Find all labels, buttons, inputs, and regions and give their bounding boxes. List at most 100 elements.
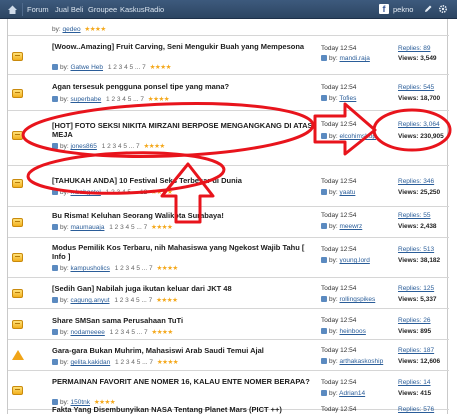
thread-author-link[interactable]: mbahgatel <box>70 189 100 196</box>
last-post-by: by: yaatu <box>321 189 355 196</box>
thread-title-link[interactable]: PERMAINAN FAVORIT ANE NOMER 16, KALAU EN… <box>52 377 314 386</box>
replies-count-link[interactable]: Replies: 55 <box>398 212 431 219</box>
thread-meta-icon <box>52 96 58 102</box>
thread-author-link[interactable]: Gatwe Heb <box>70 64 103 71</box>
nav-separator <box>22 3 23 16</box>
thread-row[interactable]: by: qedeo ★★★★ <box>8 19 449 36</box>
thread-pages[interactable]: 1 2 3 4 5 ... 7 <box>115 359 153 366</box>
thread-title-link[interactable]: [TAHUKAH ANDA] 10 Festival Seks Terbesar… <box>52 176 314 185</box>
replies-count-link[interactable]: Replies: 125 <box>398 285 434 292</box>
last-post-user-link[interactable]: elcohimshop <box>339 133 376 140</box>
thread-pages[interactable]: 1 2 3 4 5 ... 7 <box>114 297 152 304</box>
folder-icon <box>12 386 23 395</box>
replies-count-link[interactable]: Replies: 576 <box>398 406 434 413</box>
thread-row[interactable]: Fakta Yang Disembunyikan NASA Tentang Pl… <box>8 405 449 414</box>
thread-row[interactable]: Agan tersesuk pengguna ponsel tipe yang … <box>8 75 449 111</box>
thread-row[interactable]: [Sedih Gan] Nabilah juga ikutan keluar d… <box>8 278 449 309</box>
rating-stars: ★★★★ <box>156 265 178 272</box>
thread-title-link[interactable]: Bu Risma! Keluhan Seorang Walikota Surab… <box>52 211 314 220</box>
thread-title-link[interactable]: Share SMSan sama Perusahaan TuTi <box>52 316 314 325</box>
replies-count-link[interactable]: Replies: 3,064 <box>398 121 440 128</box>
pencil-icon[interactable] <box>423 4 433 14</box>
nav-forum-link[interactable]: Forum <box>27 5 49 14</box>
rating-stars: ★★★★ <box>149 64 172 71</box>
thread-author-link[interactable]: jones865 <box>70 143 96 150</box>
thread-title-link[interactable]: [Woow..Amazing] Fruit Carving, Seni Meng… <box>52 42 314 51</box>
nav-kaskusradio-link[interactable]: KaskusRadio <box>120 5 164 14</box>
last-post-by: by: arthakaskoship <box>321 358 383 365</box>
thread-pages[interactable]: 1 2 3 4 5 ... 7 <box>102 143 140 150</box>
thread-title-link[interactable]: [Sedih Gan] Nabilah juga ikutan keluar d… <box>52 284 314 293</box>
thread-meta-icon <box>52 297 58 303</box>
last-post-user-link[interactable]: rollingspikes <box>339 296 375 303</box>
thread-pages[interactable]: 1 2 3 4 5 ... 7 <box>110 329 148 336</box>
last-post-by: by: heinboos <box>321 328 366 335</box>
thread-meta: by: superbabe 1 2 3 4 5 ... 7 ★★★★ <box>52 95 170 103</box>
last-post-user-link[interactable]: Adrian14 <box>339 390 365 397</box>
last-post-user-link[interactable]: mandi.raja <box>339 55 369 62</box>
thread-author-link[interactable]: kampusholics <box>70 265 109 272</box>
folder-icon <box>12 131 23 140</box>
last-post-icon <box>321 55 327 61</box>
rating-stars: ★★★★ <box>156 359 179 366</box>
thread-pages[interactable]: 1 2 3 4 5 ... 7 <box>108 64 146 71</box>
thread-row[interactable]: [Woow..Amazing] Fruit Carving, Seni Meng… <box>8 36 449 75</box>
folder-icon <box>12 179 23 188</box>
thread-pages[interactable]: 1 2 3 4 5 ... 7 <box>106 96 144 103</box>
thread-row[interactable]: Modus Pemilik Kos Terbaru, nih Mahasiswa… <box>8 238 449 278</box>
replies-count-link[interactable]: Replies: 89 <box>398 45 431 52</box>
thread-pages[interactable]: 1 2 3 4 5 ... 7 <box>109 224 147 231</box>
replies-count-link[interactable]: Replies: 545 <box>398 84 434 91</box>
replies-count-link[interactable]: Replies: 26 <box>398 317 431 324</box>
views-count: Views: 3,549 <box>398 55 437 62</box>
warning-icon <box>12 350 24 360</box>
thread-title-link[interactable]: [HOT] FOTO SEKSI NIKITA MIRZANI BERPOSE … <box>52 121 314 139</box>
replies-count-link[interactable]: Replies: 187 <box>398 347 434 354</box>
thread-row[interactable]: Gara-gara Bukan Muhrim, Mahasiswi Arab S… <box>8 340 449 371</box>
last-post-by: by: rollingspikes <box>321 296 375 303</box>
thread-author-link[interactable]: maumauaja <box>70 224 104 231</box>
thread-meta: by: nodameeee 1 2 3 4 5 ... 7 ★★★★ <box>52 328 173 336</box>
folder-icon <box>12 253 23 262</box>
thread-meta: by: jones865 1 2 3 4 5 ... 7 ★★★★ <box>52 142 165 150</box>
thread-row[interactable]: Bu Risma! Keluhan Seorang Walikota Surab… <box>8 207 449 238</box>
home-icon[interactable] <box>7 4 18 15</box>
replies-count-link[interactable]: Replies: 513 <box>398 246 434 253</box>
replies-count-link[interactable]: Replies: 346 <box>398 178 434 185</box>
views-count: Views: 2,438 <box>398 223 437 230</box>
thread-row[interactable]: [TAHUKAH ANDA] 10 Festival Seks Terbesar… <box>8 166 449 207</box>
rating-stars: ★★★★ <box>84 26 106 33</box>
last-post-user-link[interactable]: arthakaskoship <box>339 358 383 365</box>
thread-author-link[interactable]: gelita.kakidan <box>70 359 110 366</box>
nav-jual-beli-link[interactable]: Jual Beli <box>55 5 83 14</box>
thread-title-link[interactable]: Modus Pemilik Kos Terbaru, nih Mahasiswa… <box>52 243 314 261</box>
facebook-icon[interactable]: f <box>379 4 389 14</box>
last-post-icon <box>321 328 327 334</box>
thread-title-link[interactable]: Gara-gara Bukan Muhrim, Mahasiswi Arab S… <box>52 346 314 355</box>
username-link[interactable]: pekno <box>393 5 413 14</box>
thread-pages[interactable]: 1 2 3 4 5 ... 12 <box>106 189 148 196</box>
thread-title-link[interactable]: Agan tersesuk pengguna ponsel tipe yang … <box>52 82 314 91</box>
rating-stars: ★★★★ <box>151 329 173 336</box>
nav-groupee-link[interactable]: Groupee <box>88 5 117 14</box>
thread-pages[interactable]: 1 2 3 4 5 ... 7 <box>115 265 153 272</box>
thread-title-link[interactable]: Fakta Yang Disembunyikan NASA Tentang Pl… <box>52 405 314 414</box>
thread-author-link[interactable]: nodameeee <box>70 329 104 336</box>
last-post-user-link[interactable]: young.lord <box>339 257 369 264</box>
thread-author-link[interactable]: qedeo <box>62 26 80 33</box>
rating-stars: ★★★★ <box>151 189 173 196</box>
thread-author-link[interactable]: superbabe <box>70 96 101 103</box>
gear-icon[interactable] <box>438 4 448 14</box>
last-post-icon <box>321 95 327 101</box>
last-post-user-link[interactable]: yaatu <box>339 189 355 196</box>
replies-count-link[interactable]: Replies: 14 <box>398 379 431 386</box>
last-post-icon <box>321 189 327 195</box>
last-post-user-link[interactable]: meewrz <box>339 223 362 230</box>
last-post-user-link[interactable]: heinboos <box>339 328 365 335</box>
thread-author-link[interactable]: cagung.anyut <box>70 297 109 304</box>
thread-row[interactable]: [HOT] FOTO SEKSI NIKITA MIRZANI BERPOSE … <box>8 111 449 166</box>
thread-row[interactable]: Share SMSan sama Perusahaan TuTi by: nod… <box>8 309 449 340</box>
last-post-time: Today 12:54 <box>321 379 357 386</box>
thread-meta: by: Gatwe Heb 1 2 3 4 5 ... 7 ★★★★ <box>52 63 171 71</box>
last-post-user-link[interactable]: Tofies <box>339 95 356 102</box>
